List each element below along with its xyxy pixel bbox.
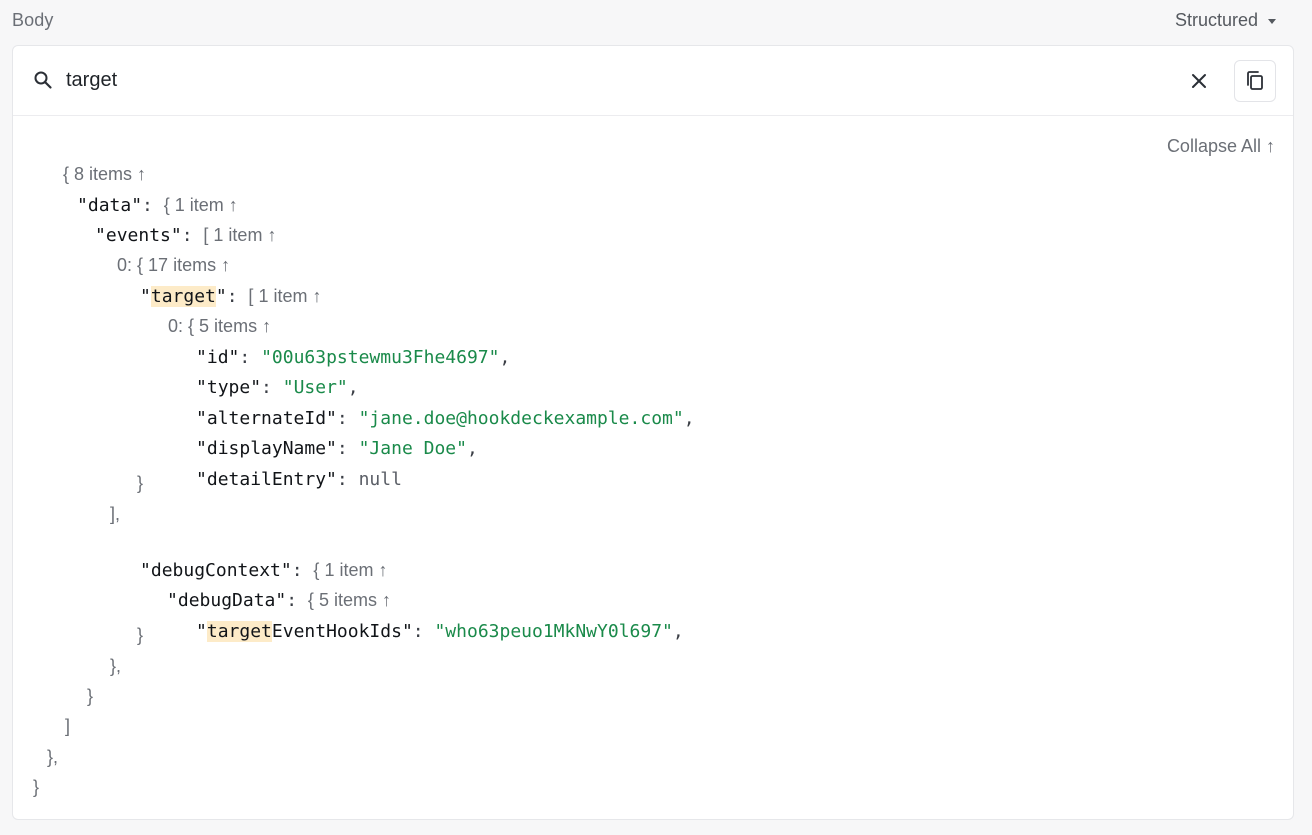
colon: :	[412, 621, 435, 642]
comma: ,	[672, 621, 684, 642]
json-null-value: null	[358, 469, 402, 490]
tree-row-events: "events": [ 1 item ↑	[65, 196, 276, 246]
body-header: Body Structured	[12, 8, 1278, 32]
tree-row-target-0: 0: { 5 items ↑	[138, 287, 271, 336]
tree-row-debugContext: "debugContext": { 1 item ↑	[110, 531, 387, 581]
tree-row-displayName: "displayName": "Jane Doe",	[166, 409, 478, 459]
json-key-rest: EventHookIds	[271, 621, 402, 642]
json-tree: Collapse All ↑ { 8 items ↑ "data": { 1 i…	[13, 116, 1293, 816]
colon: :	[336, 469, 359, 490]
json-key-quote: "	[196, 621, 207, 642]
tree-row-id: "id": "00u63pstewmu3Fhe4697",	[166, 318, 510, 368]
format-dropdown-label: Structured	[1174, 9, 1258, 30]
tree-row-target: "target": [ 1 item ↑	[110, 257, 321, 307]
search-bar	[13, 46, 1293, 116]
close-bracket: ],	[110, 504, 121, 524]
close-bracket: ]	[65, 716, 71, 736]
copy-icon	[1247, 71, 1263, 90]
format-dropdown[interactable]: Structured	[1175, 10, 1278, 31]
copy-button[interactable]	[1234, 60, 1276, 102]
tree-row-data: "data": { 1 item ↑	[47, 166, 238, 216]
comma: ,	[466, 438, 478, 459]
comma: ,	[499, 347, 511, 368]
clear-search-button[interactable]	[1185, 67, 1213, 95]
tree-row-alternateId: "alternateId": "jane.doe@hookdeckexample…	[166, 379, 695, 429]
tree-row-detailEntry: "detailEntry": null	[166, 440, 402, 490]
tree-row-type: "type": "User",	[166, 348, 359, 398]
close-brace: }	[87, 686, 94, 706]
close-brace: },	[110, 656, 122, 676]
json-key-quote: "	[401, 621, 413, 642]
json-string-value: "who63peuo1MkNwY0l697"	[434, 621, 673, 642]
json-key: "detailEntry"	[196, 469, 337, 490]
tree-row-targetEventHookIds: "targetEventHookIds": "who63peuo1MkNwY0l…	[166, 592, 684, 642]
collapse-all-button[interactable]: Collapse All ↑	[1167, 136, 1275, 157]
search-input[interactable]	[66, 64, 1166, 96]
tree-row-root: { 8 items ↑	[33, 135, 146, 184]
json-viewer-panel: Collapse All ↑ { 8 items ↑ "data": { 1 i…	[12, 45, 1294, 820]
close-icon	[1192, 74, 1206, 88]
section-title: Body	[12, 9, 54, 30]
close-brace: }	[137, 625, 144, 645]
comma: ,	[683, 408, 695, 429]
close-brace: },	[47, 747, 59, 767]
tree-row-debugData: "debugData": { 5 items ↑	[137, 561, 391, 611]
tree-row-event-0: 0: { 17 items ↑	[87, 226, 230, 275]
close-brace: }	[137, 473, 144, 493]
search-match-highlight: target	[206, 621, 272, 642]
close-brace: }	[33, 777, 40, 797]
search-icon	[34, 71, 52, 89]
caret-down-icon	[1268, 18, 1276, 24]
